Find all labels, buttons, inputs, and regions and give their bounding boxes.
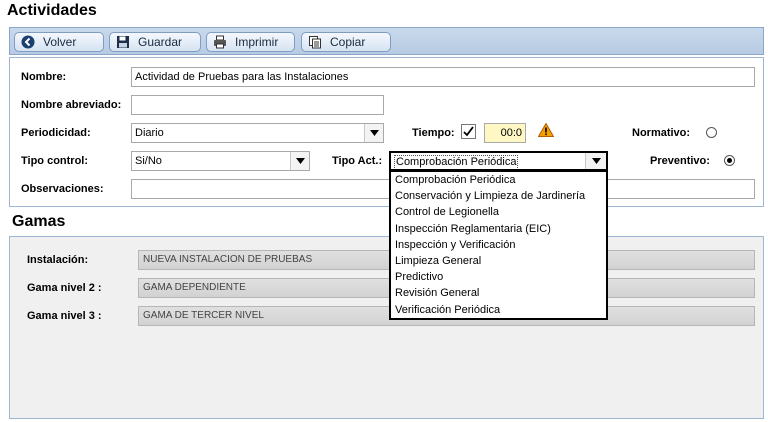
observaciones-label: Observaciones: <box>21 183 104 195</box>
dropdown-option[interactable]: Comprobación Periódica <box>391 172 606 188</box>
tipo-control-select[interactable]: Si/No <box>131 151 310 171</box>
toolbar: Volver Guardar Imprimir Copiar <box>9 27 764 55</box>
chevron-down-icon[interactable] <box>585 153 606 169</box>
dropdown-option[interactable]: Conservación y Limpieza de Jardinería <box>391 188 606 204</box>
page-title: Actividades <box>7 2 97 19</box>
tipo-control-label: Tipo control: <box>21 155 89 167</box>
tipo-act-dropdown: Comprobación Periódica Conservación y Li… <box>389 170 608 320</box>
instalacion-label: Instalación: <box>27 254 89 266</box>
normativo-label: Normativo: <box>632 127 691 139</box>
preventivo-radio[interactable] <box>724 155 735 166</box>
dropdown-option[interactable]: Revisión General <box>391 285 606 301</box>
printer-icon <box>213 35 227 49</box>
dropdown-option[interactable]: Verificación Periódica <box>391 302 606 318</box>
chevron-down-icon[interactable] <box>364 124 383 142</box>
save-button-label: Guardar <box>138 35 183 49</box>
nombre-abreviado-input[interactable] <box>131 95 384 115</box>
floppy-disk-icon <box>116 35 130 49</box>
periodicidad-label: Periodicidad: <box>21 127 91 139</box>
check-icon <box>463 126 474 137</box>
periodicidad-select[interactable]: Diario <box>131 123 384 143</box>
gama-nivel-3-label: Gama nivel 3 : <box>27 310 102 322</box>
dropdown-option[interactable]: Inspección Reglamentaria (EIC) <box>391 221 606 237</box>
periodicidad-value: Diario <box>135 127 164 139</box>
nombre-label: Nombre: <box>21 71 67 83</box>
tipo-act-label: Tipo Act.: <box>332 155 383 167</box>
tiempo-input[interactable]: 00:0 <box>484 123 526 143</box>
tiempo-label: Tiempo: <box>412 127 455 139</box>
back-button[interactable]: Volver <box>14 32 104 52</box>
tipo-act-select[interactable]: Comprobación Periódica <box>389 151 608 171</box>
chevron-down-icon[interactable] <box>290 152 309 170</box>
print-button-label: Imprimir <box>235 35 279 49</box>
back-button-label: Volver <box>43 35 77 49</box>
print-button[interactable]: Imprimir <box>206 32 295 52</box>
preventivo-label: Preventivo: <box>650 155 710 167</box>
tiempo-checkbox[interactable] <box>461 124 476 139</box>
gamas-title: Gamas <box>12 213 66 230</box>
dropdown-option[interactable]: Control de Legionella <box>391 204 606 220</box>
gama-nivel-2-label: Gama nivel 2 : <box>27 282 102 294</box>
save-button[interactable]: Guardar <box>109 32 201 52</box>
normativo-radio[interactable] <box>706 127 717 138</box>
nombre-input[interactable]: Actividad de Pruebas para las Instalacio… <box>131 67 755 87</box>
copy-button[interactable]: Copiar <box>301 32 391 52</box>
tipo-control-value: Si/No <box>135 155 162 167</box>
back-arrow-icon <box>21 35 35 49</box>
warning-icon <box>537 122 555 137</box>
dropdown-option[interactable]: Predictivo <box>391 269 606 285</box>
tipo-act-value: Comprobación Periódica <box>394 155 519 169</box>
nombre-abreviado-label: Nombre abreviado: <box>21 99 122 111</box>
copy-icon <box>308 35 322 49</box>
dropdown-option[interactable]: Inspección y Verificación <box>391 237 606 253</box>
copy-button-label: Copiar <box>330 35 366 49</box>
dropdown-option[interactable]: Limpieza General <box>391 253 606 269</box>
